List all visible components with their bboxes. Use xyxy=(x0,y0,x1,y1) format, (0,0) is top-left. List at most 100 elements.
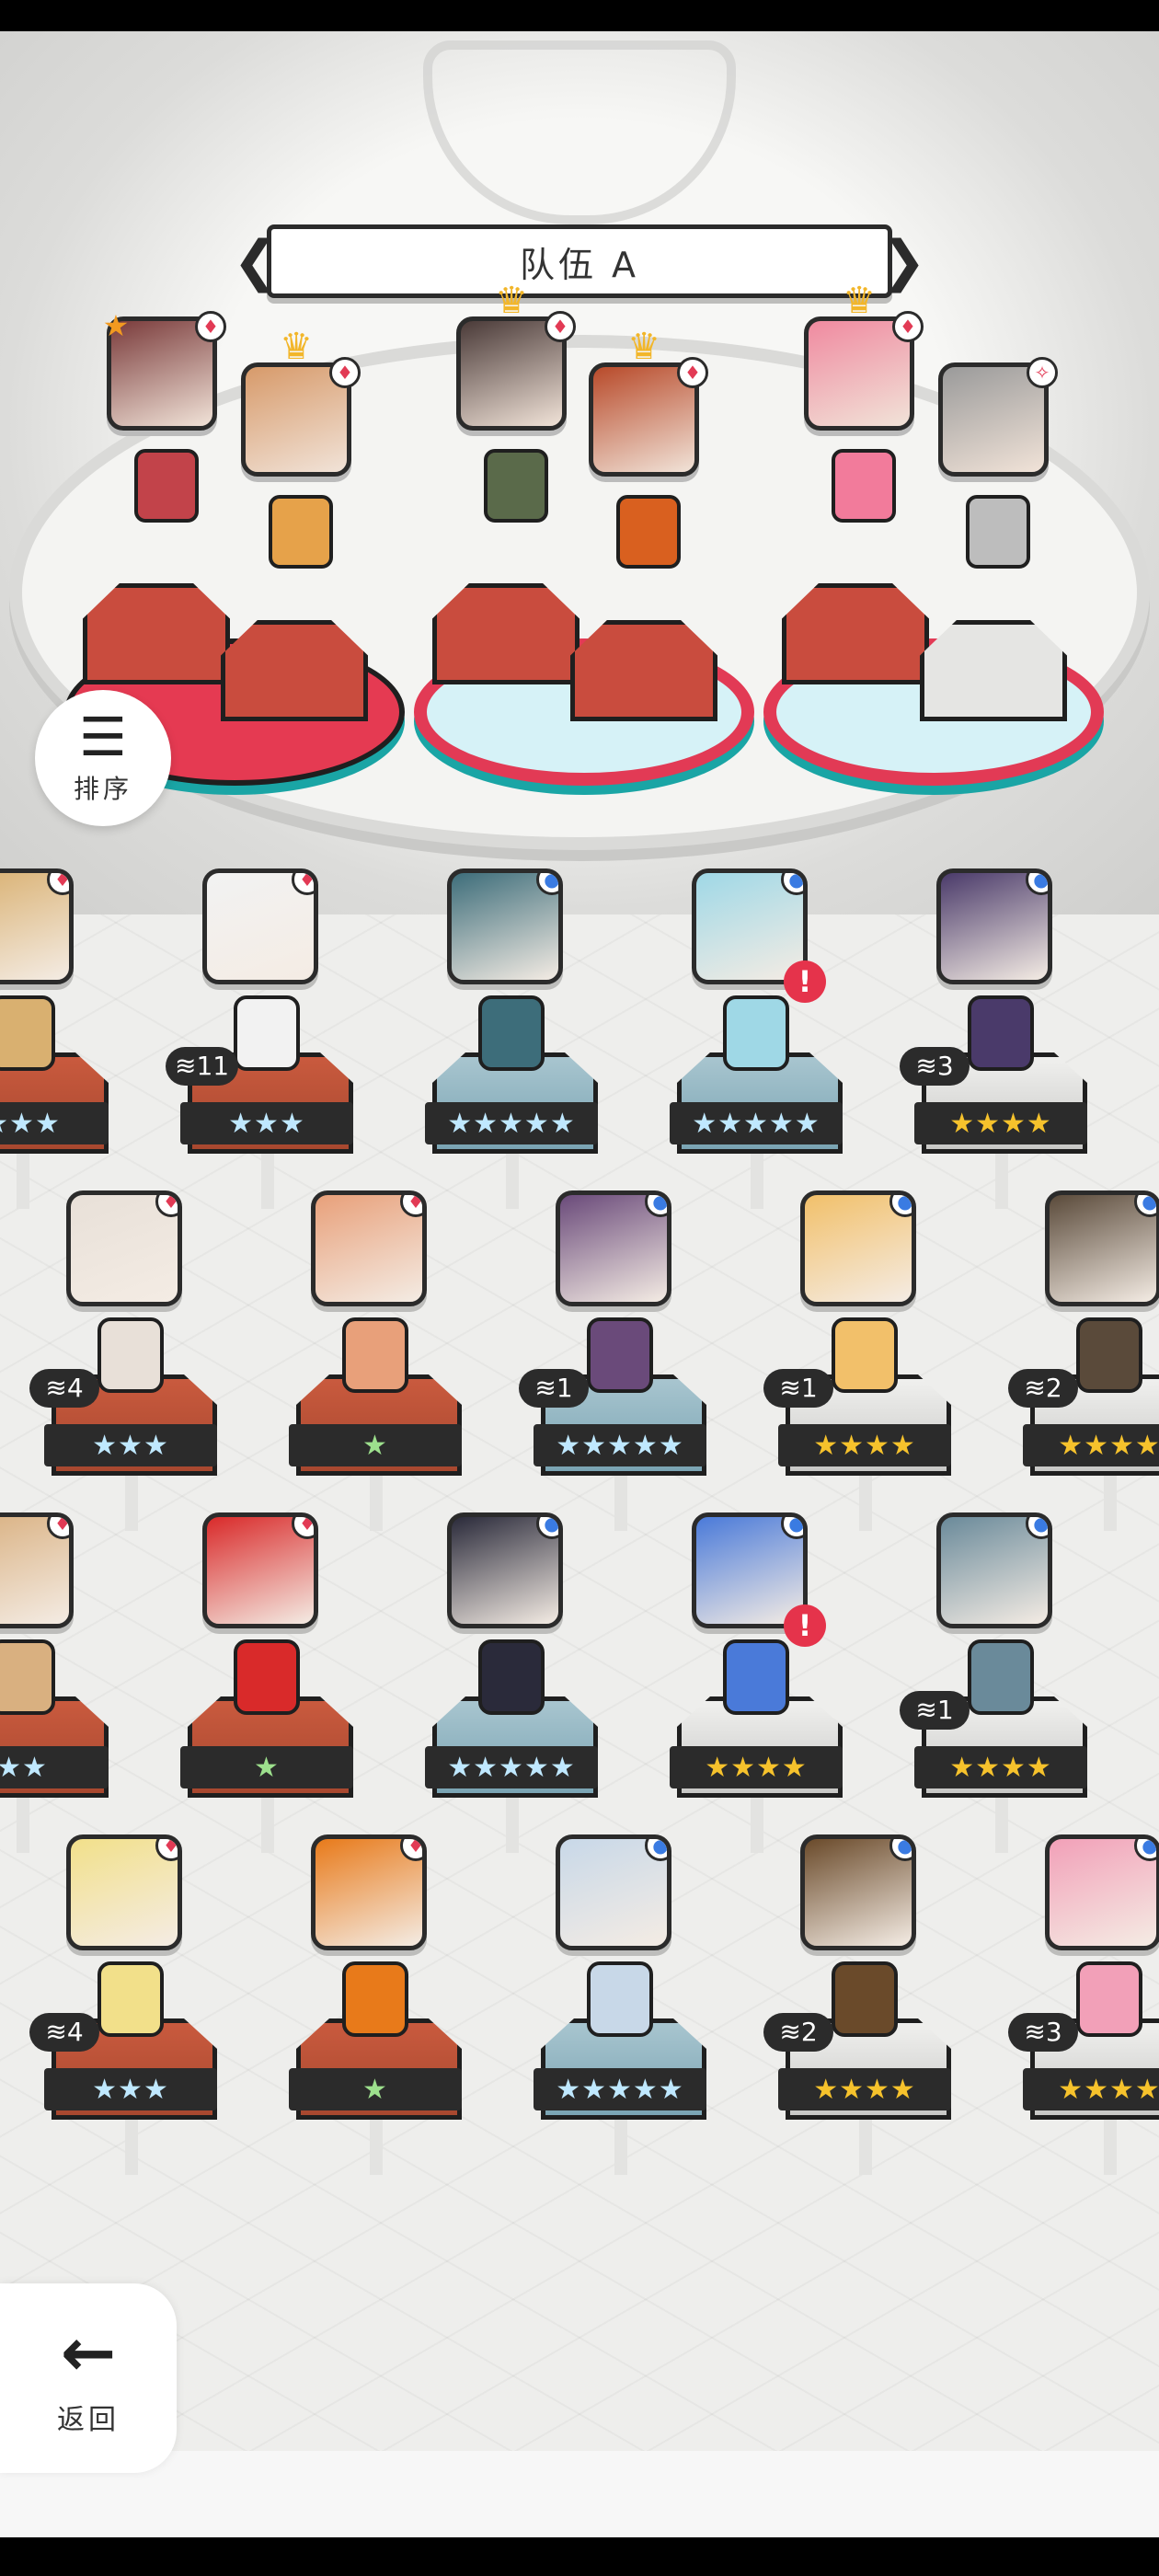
hero-portrait[interactable]: ♦ xyxy=(311,1190,427,1306)
next-team-button[interactable]: ❯ xyxy=(880,229,926,293)
team-member-sprite[interactable] xyxy=(966,495,1030,569)
pedestal-stem xyxy=(261,1788,274,1853)
bottom-bar xyxy=(0,2451,1159,2537)
hero-portrait[interactable]: ♦ xyxy=(0,1512,74,1628)
crown-icon: ♛ xyxy=(280,326,313,368)
pedestal-stem xyxy=(370,1466,383,1531)
water-element-icon: ● xyxy=(536,1517,558,1539)
pedestal-stem xyxy=(506,1788,519,1853)
hero-card[interactable]: ♦ ★ xyxy=(289,1834,464,2175)
fire-element-icon: ♦ xyxy=(195,311,226,342)
hero-card[interactable]: ♦ ★★★ xyxy=(0,868,110,1209)
hero-portrait[interactable]: ♦ xyxy=(202,1512,318,1628)
hero-card[interactable]: ♦ ★★ xyxy=(0,1512,110,1853)
star-rating: ★★★★ xyxy=(1023,2068,1159,2110)
water-element-icon: ● xyxy=(536,873,558,895)
team-member-sprite[interactable] xyxy=(134,449,199,523)
water-element-icon: ● xyxy=(645,1195,667,1217)
pedestal-stem xyxy=(614,1466,627,1531)
hero-card[interactable]: ● ★★★★★ xyxy=(425,1512,600,1853)
star-rating: ★ xyxy=(289,1424,462,1466)
hero-sprite xyxy=(968,995,1034,1071)
back-button[interactable]: ← 返回 xyxy=(0,2283,177,2473)
hero-card[interactable]: ● ★★★★ ≋2 xyxy=(1008,1190,1159,1531)
water-element-icon: ● xyxy=(1134,1839,1156,1861)
hero-sprite xyxy=(478,1639,545,1715)
pedestal-stem xyxy=(1104,2110,1117,2175)
water-element-icon: ● xyxy=(781,1517,803,1539)
pedestal-stem xyxy=(125,1466,138,1531)
hero-card[interactable]: ● ★★★★ ≋3 xyxy=(1008,1834,1159,2175)
hero-portrait[interactable]: ● xyxy=(447,1512,563,1628)
alert-icon: ! xyxy=(784,1604,826,1647)
hero-portrait[interactable]: ♦ xyxy=(66,1834,182,1950)
hero-sprite xyxy=(723,1639,789,1715)
team-member-sprite[interactable] xyxy=(832,449,896,523)
hero-portrait[interactable]: ● xyxy=(556,1190,671,1306)
hero-card[interactable]: ♦ ★★★ ≋4 xyxy=(29,1190,219,1531)
hero-card[interactable]: ● ★★★★ ≋3 xyxy=(900,868,1089,1209)
team-member-sprite[interactable] xyxy=(616,495,681,569)
previous-team-button[interactable]: ❮ xyxy=(233,229,279,293)
team-name: 队伍 A xyxy=(519,244,640,285)
hero-portrait[interactable]: ♦ xyxy=(0,868,74,984)
hero-portrait[interactable]: ● xyxy=(800,1190,916,1306)
hero-card[interactable]: ● ★★★★★ xyxy=(534,1834,708,2175)
crown-icon: ♛ xyxy=(495,280,528,322)
hero-sprite xyxy=(832,1317,898,1393)
hero-portrait[interactable]: ♦ xyxy=(202,868,318,984)
hero-sprite xyxy=(98,1961,164,2037)
hero-portrait[interactable]: ● xyxy=(936,1512,1052,1628)
water-element-icon: ● xyxy=(889,1195,912,1217)
hero-card[interactable]: ● ★★★★ ≋1 xyxy=(763,1190,953,1531)
hero-portrait[interactable]: ● xyxy=(556,1834,671,1950)
fire-element-icon: ♦ xyxy=(155,1195,178,1217)
hero-portrait[interactable]: ♦ xyxy=(66,1190,182,1306)
star-rating: ★★★ xyxy=(44,1424,217,1466)
hero-card[interactable]: ♦ ★★★ ≋4 xyxy=(29,1834,219,2175)
star-rating: ★★★★★ xyxy=(534,1424,706,1466)
hero-sprite xyxy=(832,1961,898,2037)
duplicate-count-badge: ≋4 xyxy=(29,1369,99,1408)
duplicate-count-badge: ≋2 xyxy=(763,2013,833,2052)
hero-card[interactable]: ● ★★★★ ≋2 xyxy=(763,1834,953,2175)
hero-portrait[interactable]: ● xyxy=(936,868,1052,984)
star-rating: ★★★ xyxy=(0,1102,109,1144)
fire-element-icon: ♦ xyxy=(47,873,69,895)
hero-portrait[interactable]: ● xyxy=(800,1834,916,1950)
fire-element-icon: ♦ xyxy=(292,873,314,895)
hero-sprite xyxy=(587,1961,653,2037)
star-rating: ★★★★ xyxy=(1023,1424,1159,1466)
duplicate-count-badge: ≋1 xyxy=(900,1691,970,1730)
star-rating: ★★★★★ xyxy=(425,1746,598,1788)
hero-card[interactable]: ●! ★★★★★ xyxy=(670,868,844,1209)
star-rating: ★★★★★ xyxy=(534,2068,706,2110)
pedestal-stem xyxy=(17,1144,29,1209)
duplicate-count-badge: ≋3 xyxy=(1008,2013,1078,2052)
hero-card[interactable]: ♦ ★★★ ≋11 xyxy=(166,868,355,1209)
game-screen: ❮ 队伍 A ❯ ♦★♦♛♦♛♦♛♦♛✧ ☰ 排序 ♦★★★♦★★★≋11●★★… xyxy=(0,31,1159,2537)
hero-card[interactable]: ●! ★★★★ xyxy=(670,1512,844,1853)
hero-card[interactable]: ♦ ★ xyxy=(180,1512,355,1853)
pedestal-stem xyxy=(17,1788,29,1853)
hero-card[interactable]: ● ★★★★★ xyxy=(425,868,600,1209)
hero-portrait[interactable]: ● xyxy=(447,868,563,984)
hero-portrait[interactable]: ♦ xyxy=(311,1834,427,1950)
hero-card[interactable]: ● ★★★★★ ≋1 xyxy=(519,1190,708,1531)
team-member-sprite[interactable] xyxy=(269,495,333,569)
star-rating: ★★★★ xyxy=(914,1102,1087,1144)
arena-emblem xyxy=(423,40,736,224)
team-pedestal xyxy=(221,620,368,721)
hero-portrait[interactable]: ● xyxy=(1045,1834,1159,1950)
hero-card[interactable]: ● ★★★★ ≋1 xyxy=(900,1512,1089,1853)
hero-card[interactable]: ♦ ★ xyxy=(289,1190,464,1531)
star-rating: ★★★ xyxy=(180,1102,353,1144)
pedestal-stem xyxy=(370,2110,383,2175)
sort-button[interactable]: ☰ 排序 xyxy=(35,690,171,826)
star-rating: ★★★ xyxy=(44,2068,217,2110)
team-member-sprite[interactable] xyxy=(484,449,548,523)
hero-sprite xyxy=(0,1639,55,1715)
star-rating: ★★★★ xyxy=(670,1746,843,1788)
team-pedestal-pair xyxy=(414,583,754,786)
hero-portrait[interactable]: ● xyxy=(1045,1190,1159,1306)
